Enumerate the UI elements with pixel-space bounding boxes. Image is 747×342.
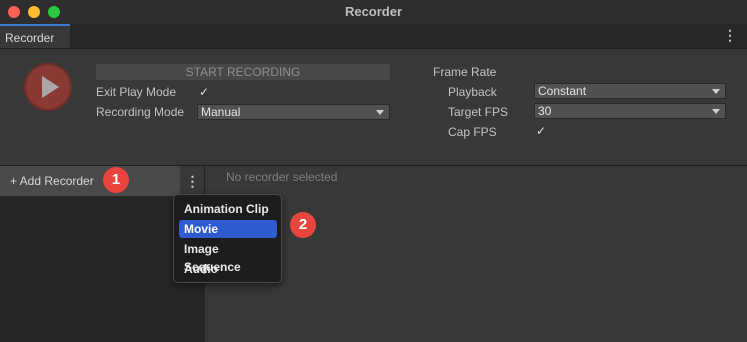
add-recorder-button[interactable]: + Add Recorder (0, 166, 180, 196)
target-fps-label: Target FPS (448, 105, 509, 119)
menu-item-audio[interactable]: Audio (179, 260, 277, 278)
chevron-down-icon (376, 110, 384, 115)
recording-mode-dropdown[interactable]: Manual (197, 104, 390, 120)
menu-item-movie[interactable]: Movie (179, 220, 277, 238)
cap-fps-checkbox[interactable]: ✓ (534, 124, 548, 138)
record-play-button[interactable] (24, 63, 72, 111)
playback-dropdown[interactable]: Constant (534, 83, 726, 99)
tab-bar: Recorder ⋮ (0, 24, 747, 49)
title-bar: Recorder (0, 0, 747, 24)
more-options-icon[interactable]: ⋮ (180, 166, 205, 196)
exit-play-mode-checkbox[interactable]: ✓ (197, 85, 211, 99)
target-fps-value: 30 (538, 104, 552, 118)
tab-recorder[interactable]: Recorder (0, 24, 70, 48)
recorder-settings-panel (205, 166, 747, 342)
chevron-down-icon (712, 89, 720, 94)
no-recorder-message: No recorder selected (226, 170, 338, 184)
add-recorder-menu: Animation Clip Movie Image Sequence Audi… (173, 194, 282, 283)
start-recording-button[interactable]: START RECORDING (96, 64, 390, 80)
menu-item-animation-clip[interactable]: Animation Clip (179, 200, 277, 218)
recording-mode-label: Recording Mode (96, 105, 185, 119)
exit-play-mode-label: Exit Play Mode (96, 85, 177, 99)
recording-mode-value: Manual (201, 105, 241, 119)
cap-fps-label: Cap FPS (448, 125, 497, 139)
target-fps-dropdown[interactable]: 30 (534, 103, 726, 119)
callout-badge-2: 2 (290, 212, 316, 238)
menu-item-image-sequence[interactable]: Image Sequence (179, 240, 277, 274)
playback-value: Constant (538, 84, 587, 98)
callout-badge-1: 1 (103, 167, 129, 193)
window-title: Recorder (344, 4, 403, 19)
playback-label: Playback (448, 85, 497, 99)
chevron-down-icon (712, 109, 720, 114)
play-icon (42, 76, 59, 98)
tab-menu-icon[interactable]: ⋮ (723, 27, 737, 44)
frame-rate-label: Frame Rate (433, 65, 497, 79)
